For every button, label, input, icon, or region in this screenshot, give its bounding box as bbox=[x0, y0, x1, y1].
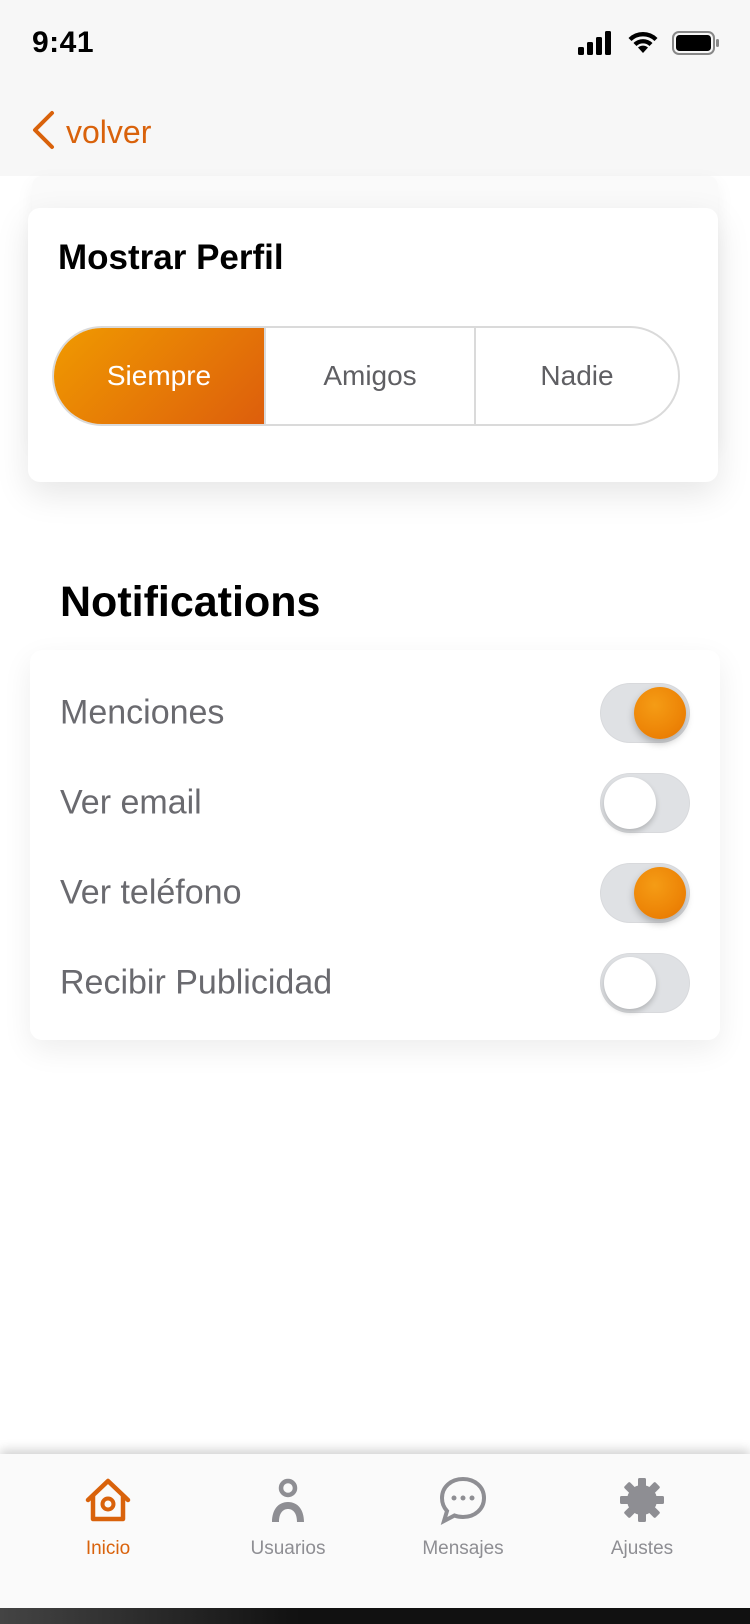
notification-label: Ver email bbox=[60, 783, 202, 822]
menciones-toggle[interactable] bbox=[600, 683, 690, 743]
tab-inicio[interactable]: Inicio bbox=[38, 1474, 178, 1584]
battery-icon bbox=[672, 30, 720, 60]
chat-bubble-icon bbox=[437, 1474, 489, 1526]
user-icon bbox=[262, 1474, 314, 1526]
navigation-bar: volver bbox=[0, 88, 750, 176]
notification-label: Ver teléfono bbox=[60, 873, 242, 912]
profile-visibility-title: Mostrar Perfil bbox=[58, 238, 284, 277]
signal-icon bbox=[578, 30, 614, 60]
notification-row-recibir-publicidad: Recibir Publicidad bbox=[30, 938, 720, 1028]
status-icons bbox=[578, 30, 720, 60]
toggle-knob bbox=[634, 867, 686, 919]
notifications-title: Notifications bbox=[60, 578, 321, 626]
tab-label: Ajustes bbox=[610, 1538, 674, 1559]
home-icon bbox=[82, 1474, 134, 1526]
toggle-knob bbox=[604, 957, 656, 1009]
notification-row-ver-telefono: Ver teléfono bbox=[30, 848, 720, 938]
wifi-icon bbox=[626, 31, 660, 60]
status-time: 9:41 bbox=[32, 26, 95, 59]
profile-visibility-card: Mostrar Perfil Siempre Amigos Nadie bbox=[28, 208, 718, 482]
segment-nadie[interactable]: Nadie bbox=[474, 328, 678, 424]
chevron-left-icon bbox=[30, 110, 56, 155]
recibir-publicidad-toggle[interactable] bbox=[600, 953, 690, 1013]
toggle-knob bbox=[604, 777, 656, 829]
notification-label: Recibir Publicidad bbox=[60, 963, 333, 1002]
ver-telefono-toggle[interactable] bbox=[600, 863, 690, 923]
notification-row-ver-email: Ver email bbox=[30, 758, 720, 848]
back-button[interactable]: volver bbox=[30, 108, 151, 156]
segment-amigos[interactable]: Amigos bbox=[264, 328, 474, 424]
gear-icon bbox=[616, 1474, 668, 1526]
tab-bar: Inicio Usuarios Mensajes Ajustes bbox=[0, 1454, 750, 1608]
tab-label: Mensajes bbox=[422, 1538, 504, 1559]
back-label: volver bbox=[66, 113, 152, 150]
ver-email-toggle[interactable] bbox=[600, 773, 690, 833]
notification-label: Menciones bbox=[60, 693, 225, 732]
tab-label: Inicio bbox=[85, 1538, 131, 1559]
home-indicator bbox=[0, 1608, 750, 1624]
tab-label: Usuarios bbox=[250, 1538, 326, 1559]
tab-ajustes[interactable]: Ajustes bbox=[572, 1474, 712, 1584]
profile-visibility-segmented-control: Siempre Amigos Nadie bbox=[52, 326, 680, 426]
tab-usuarios[interactable]: Usuarios bbox=[218, 1474, 358, 1584]
tab-mensajes[interactable]: Mensajes bbox=[393, 1474, 533, 1584]
status-bar: 9:41 bbox=[0, 0, 750, 88]
notification-row-menciones: Menciones bbox=[30, 668, 720, 758]
toggle-knob bbox=[634, 687, 686, 739]
notifications-card: Menciones Ver email Ver teléfono Recibir… bbox=[30, 650, 720, 1040]
segment-siempre[interactable]: Siempre bbox=[54, 328, 264, 424]
